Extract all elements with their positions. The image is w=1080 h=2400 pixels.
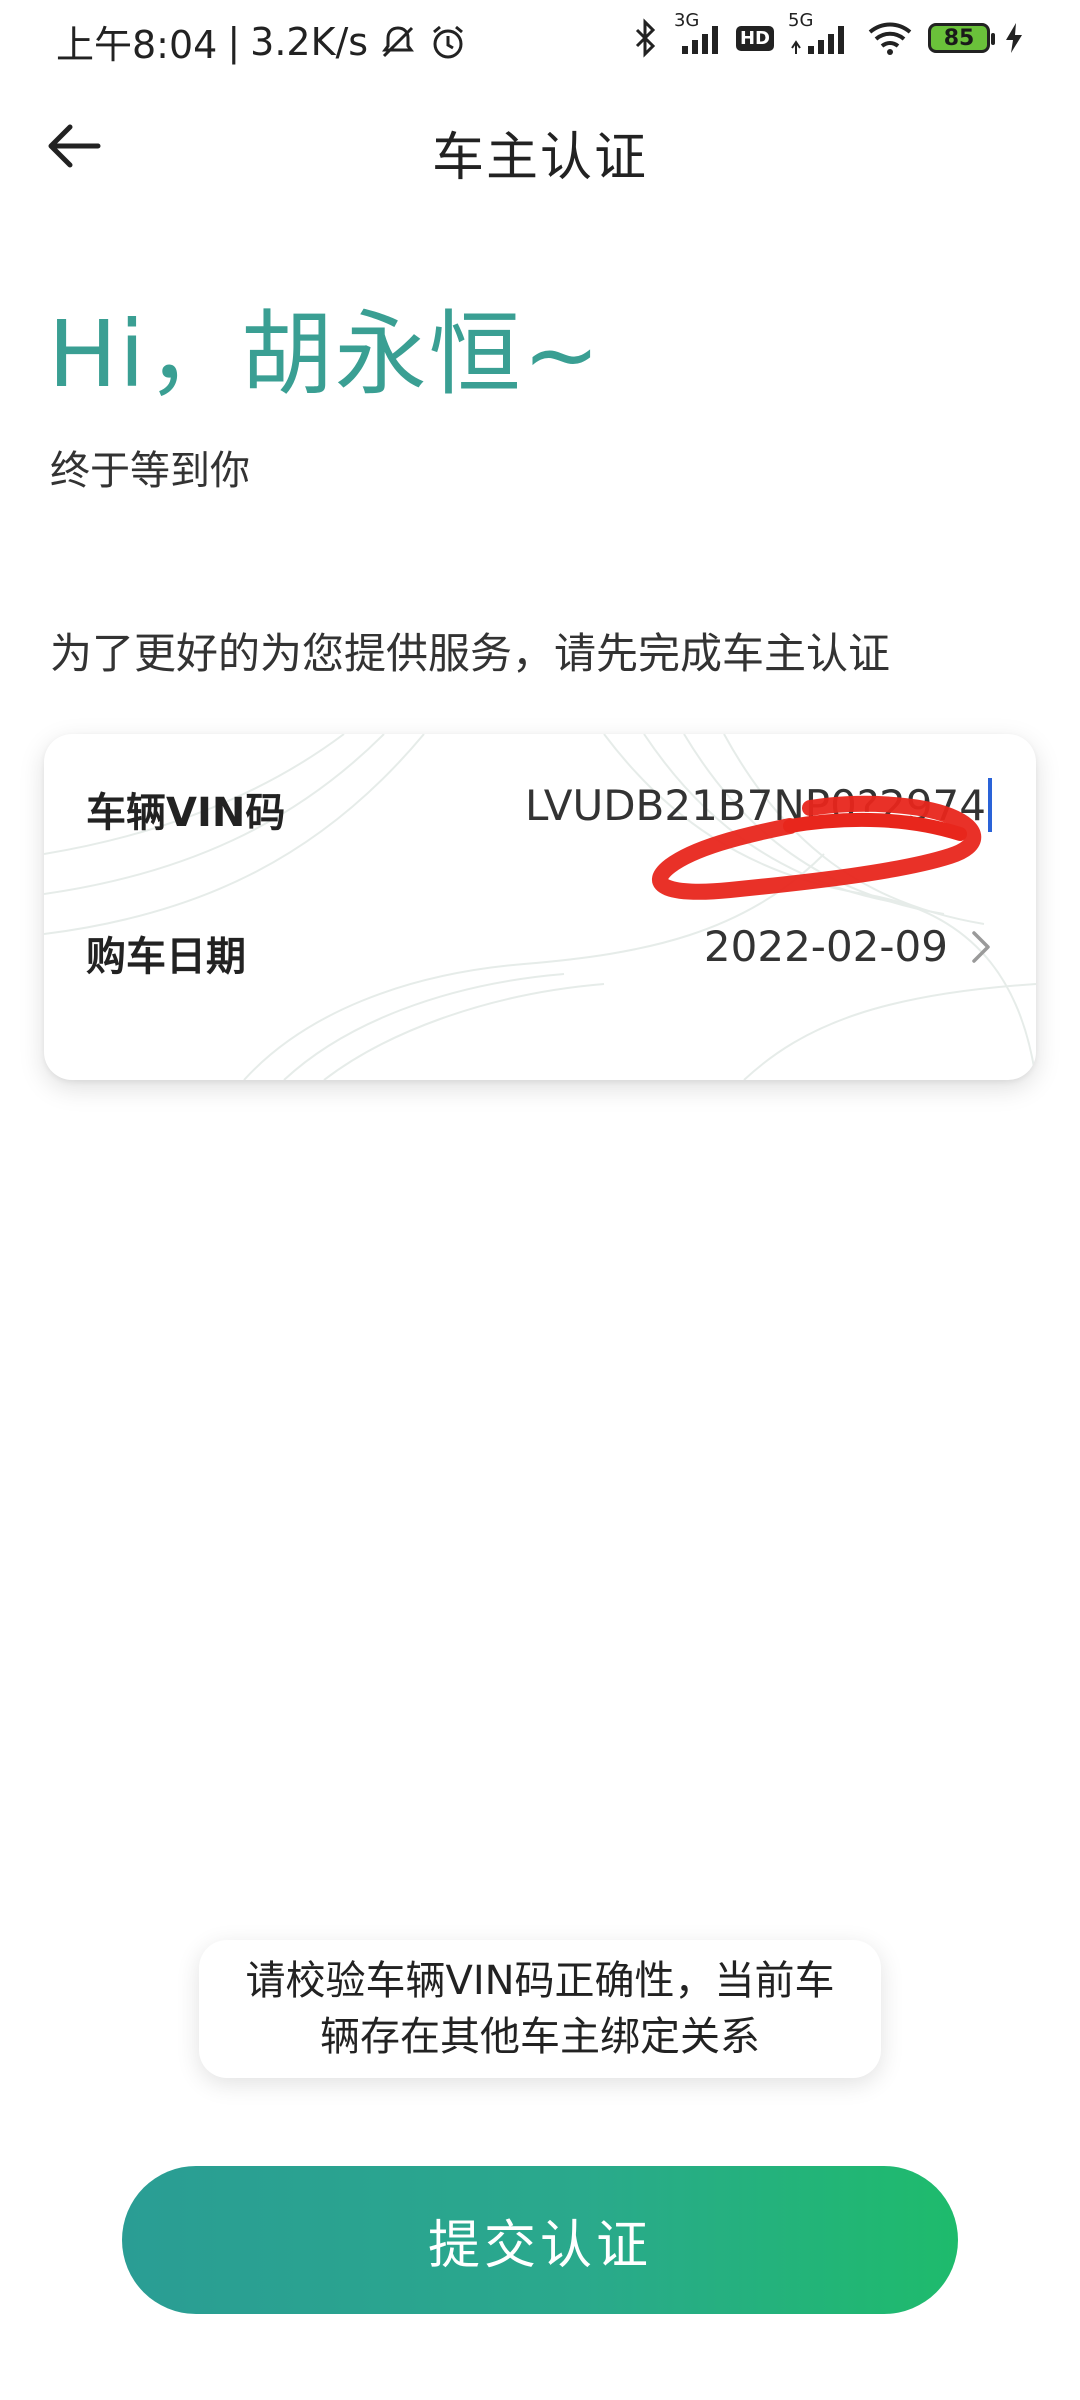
toast-message: 请校验车辆VIN码正确性，当前车辆存在其他车主绑定关系 [199,1940,881,2078]
status-bar: 上午8:04 | 3.2K/s 3G HD 5G 85 [0,0,1080,80]
vin-value: LVUDB21B7NP0?2974 [524,780,986,830]
nav-bar: 车主认证 [0,95,1080,195]
submit-button[interactable]: 提交认证 [122,2166,958,2314]
chevron-right-icon [970,929,992,965]
battery-indicator: 85 [928,23,995,53]
signal-5g-icon: 5G [788,10,852,58]
purchase-date-row[interactable]: 购车日期 2022-02-09 [44,878,1036,1018]
toast-text: 请校验车辆VIN码正确性，当前车辆存在其他车主绑定关系 [245,1958,835,2060]
bluetooth-icon [630,18,660,58]
vin-input[interactable]: LVUDB21B7NP0?2974 [525,778,992,832]
wifi-icon [866,18,914,58]
signal-3g-label: 3G [673,10,700,31]
status-left: 上午8:04 | 3.2K/s [56,14,468,69]
hd-label: HD [735,25,774,51]
greeting-subtitle: 终于等到你 [50,448,250,494]
purchase-date-value: 2022-02-09 [703,922,948,971]
status-time: 上午8:04 [56,23,218,67]
status-right: 3G HD 5G 85 [630,10,1024,62]
greeting-title: Hi，胡永恒~ [48,301,602,408]
intro-text: 为了更好的为您提供服务，请先完成车主认证 [50,629,891,678]
charging-icon [1004,21,1024,55]
purchase-date-value-group[interactable]: 2022-02-09 [704,922,992,971]
text-cursor [988,778,992,832]
alarm-icon [428,22,468,62]
vehicle-info-card: 车辆VIN码 LVUDB21B7NP0?2974 购车日期 2022-02-09 [44,734,1036,1080]
signal-5g-label: 5G [788,10,814,31]
signal-3g-icon: 3G [674,10,722,58]
hd-icon: HD [735,25,774,51]
status-net-speed: 3.2K/s [250,19,369,64]
purchase-date-label: 购车日期 [86,934,246,980]
vin-label: 车辆VIN码 [86,790,286,836]
mute-bell-icon [378,22,418,62]
page-title: 车主认证 [431,128,648,188]
vin-row[interactable]: 车辆VIN码 LVUDB21B7NP0?2974 [44,734,1036,874]
battery-level: 85 [943,25,975,51]
status-divider: | [227,19,241,64]
